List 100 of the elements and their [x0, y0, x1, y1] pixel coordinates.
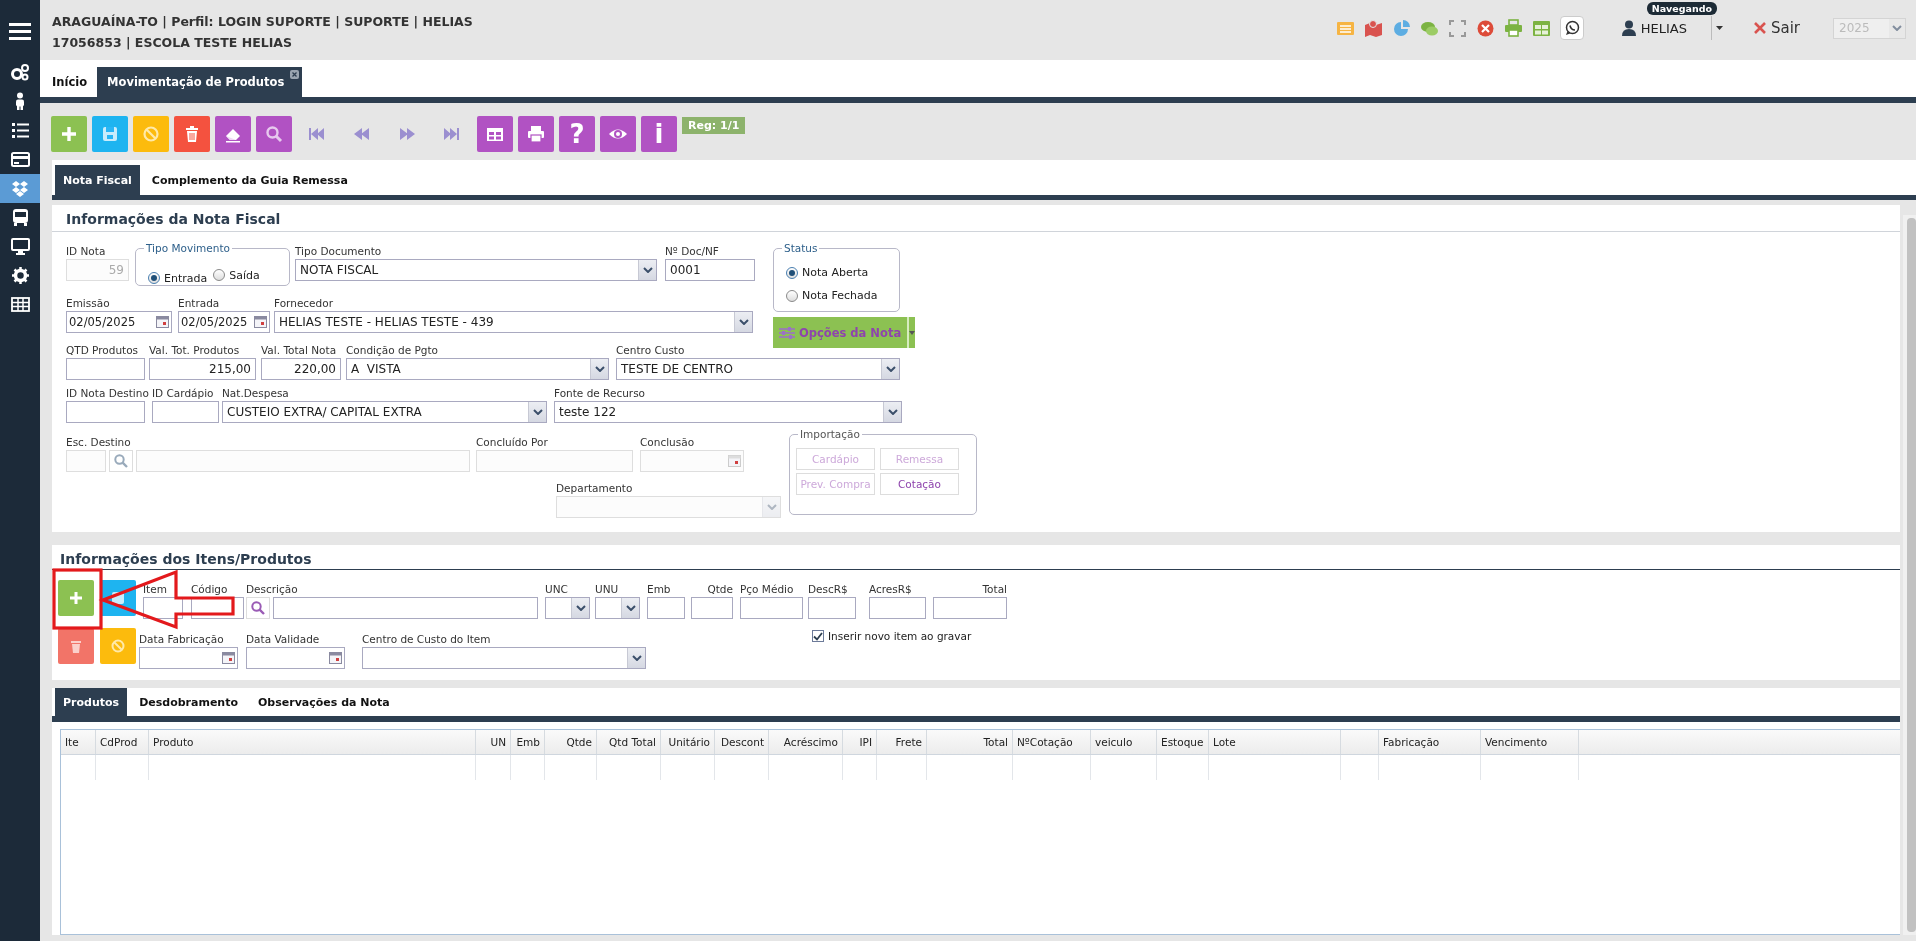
select-field[interactable]: HELIAS TESTE - HELIAS TESTE - 439 [274, 311, 753, 333]
select-field[interactable]: teste 122 [554, 401, 902, 423]
field-label: Centro de Custo do Item [362, 633, 492, 646]
scrollbar-thumb[interactable] [1907, 218, 1916, 932]
dropdown-button[interactable] [907, 317, 916, 348]
field-label: Concluído Por [476, 436, 549, 449]
text-field[interactable] [933, 597, 1007, 619]
delete-button[interactable] [174, 116, 210, 152]
text-field[interactable] [691, 597, 733, 619]
column-header[interactable]: IPI [843, 730, 877, 754]
text-field[interactable] [647, 597, 685, 619]
logout-link[interactable]: Sair [1753, 19, 1800, 37]
date-field[interactable] [246, 647, 345, 669]
text-field[interactable]: 215,00 [149, 358, 256, 380]
select-field[interactable]: TESTE DE CENTRO [616, 358, 900, 380]
view-button[interactable] [600, 116, 636, 152]
column-header[interactable]: UN [476, 730, 511, 754]
column-header[interactable]: Lote [1209, 730, 1341, 754]
date-field[interactable]: 02/05/2025 [178, 311, 270, 333]
select-field[interactable]: A VISTA [346, 358, 609, 380]
text-field[interactable]: 220,00 [261, 358, 341, 380]
cancel-icon [110, 637, 126, 654]
select-field[interactable] [362, 647, 646, 669]
info-button[interactable]: i [641, 116, 677, 152]
save-button[interactable] [92, 116, 128, 152]
column-header[interactable]: Descont [715, 730, 769, 754]
column-header[interactable]: veiculo [1091, 730, 1157, 754]
printer-icon [526, 124, 546, 144]
page-tab[interactable]: Movimentação de Produtos [97, 67, 303, 97]
column-header[interactable]: NºCotação [1013, 730, 1091, 754]
status-tooltip: Navegando [1646, 2, 1718, 15]
fullscreen-icon[interactable] [1447, 18, 1467, 38]
search-button[interactable] [109, 450, 133, 472]
column-header[interactable]: Total [927, 730, 1013, 754]
checkbox[interactable] [812, 630, 824, 642]
caret-icon[interactable] [1715, 26, 1723, 30]
text-field[interactable] [66, 358, 145, 380]
column-header[interactable]: Unitário [661, 730, 715, 754]
date-field[interactable] [139, 647, 238, 669]
column-header[interactable]: Qtde [545, 730, 597, 754]
search-button[interactable] [256, 116, 292, 152]
column-header[interactable]: Ite [61, 730, 96, 754]
select-field[interactable] [545, 597, 590, 619]
tab[interactable]: Desdobramento [131, 688, 246, 716]
import-button[interactable]: Cotação [880, 473, 959, 495]
column-header[interactable]: Qtd Total [597, 730, 661, 754]
calendar-icon [728, 455, 741, 467]
text-field[interactable] [869, 597, 926, 619]
chevron-down-icon [766, 504, 777, 510]
text-field[interactable] [808, 597, 856, 619]
column-header[interactable]: Vencimento [1481, 730, 1579, 754]
column-header[interactable]: Frete [877, 730, 927, 754]
field-label: Val. Tot. Produtos [149, 344, 241, 357]
tab[interactable]: Nota Fiscal [55, 165, 140, 195]
field-label: Qtde [706, 583, 733, 596]
add-button[interactable] [51, 116, 87, 152]
field-label: Emb [647, 583, 672, 596]
help-button[interactable]: ? [559, 116, 595, 152]
chat-button[interactable] [1559, 16, 1584, 40]
text-field[interactable] [273, 597, 538, 619]
printer-icon[interactable] [1503, 18, 1523, 38]
radio-button[interactable] [148, 272, 160, 284]
text-field[interactable] [66, 401, 145, 423]
select-field[interactable]: NOTA FISCAL [295, 259, 657, 281]
select-field[interactable]: CUSTEIO EXTRA/ CAPITAL EXTRA [222, 401, 547, 423]
chevron-down-icon [738, 319, 749, 325]
cancel-button[interactable] [100, 627, 136, 664]
text-field[interactable] [740, 597, 803, 619]
plus-icon [68, 590, 84, 606]
tab[interactable]: Observações da Nota [250, 688, 398, 716]
field-label: Fornecedor [274, 297, 334, 310]
print-button[interactable] [518, 116, 554, 152]
column-header[interactable]: Fabricação [1379, 730, 1481, 754]
text-field[interactable] [152, 401, 219, 423]
select-field[interactable] [595, 597, 640, 619]
close-icon[interactable] [290, 70, 300, 79]
column-header[interactable]: Estoque [1157, 730, 1209, 754]
field-label: UNC [545, 583, 569, 596]
tab[interactable]: Produtos [55, 688, 128, 716]
table-icon[interactable] [1531, 18, 1551, 38]
clear-button[interactable] [215, 116, 251, 152]
radio-button[interactable] [786, 266, 798, 279]
add-button[interactable] [58, 580, 94, 616]
radio-button[interactable] [213, 269, 226, 281]
radio-button[interactable] [786, 289, 798, 302]
column-header[interactable]: Produto [149, 730, 476, 754]
column-header[interactable]: Acréscimo [769, 730, 843, 754]
column-header[interactable]: CdProd [96, 730, 149, 754]
column-header[interactable]: Emb [511, 730, 545, 754]
field-label: Data Validade [246, 633, 321, 646]
search-button[interactable] [246, 597, 270, 619]
map-icon[interactable] [1363, 18, 1383, 38]
grid-button[interactable] [477, 116, 513, 152]
date-field[interactable]: 02/05/2025 [66, 311, 172, 333]
page-tab[interactable]: Início [42, 67, 98, 97]
tab[interactable]: Complemento da Guia Remessa [143, 165, 356, 195]
text-field[interactable]: 0001 [665, 259, 755, 281]
field-label: ID Nota [66, 245, 107, 258]
close-circle-icon[interactable] [1475, 18, 1495, 38]
pie-chart-icon[interactable] [1391, 18, 1411, 38]
